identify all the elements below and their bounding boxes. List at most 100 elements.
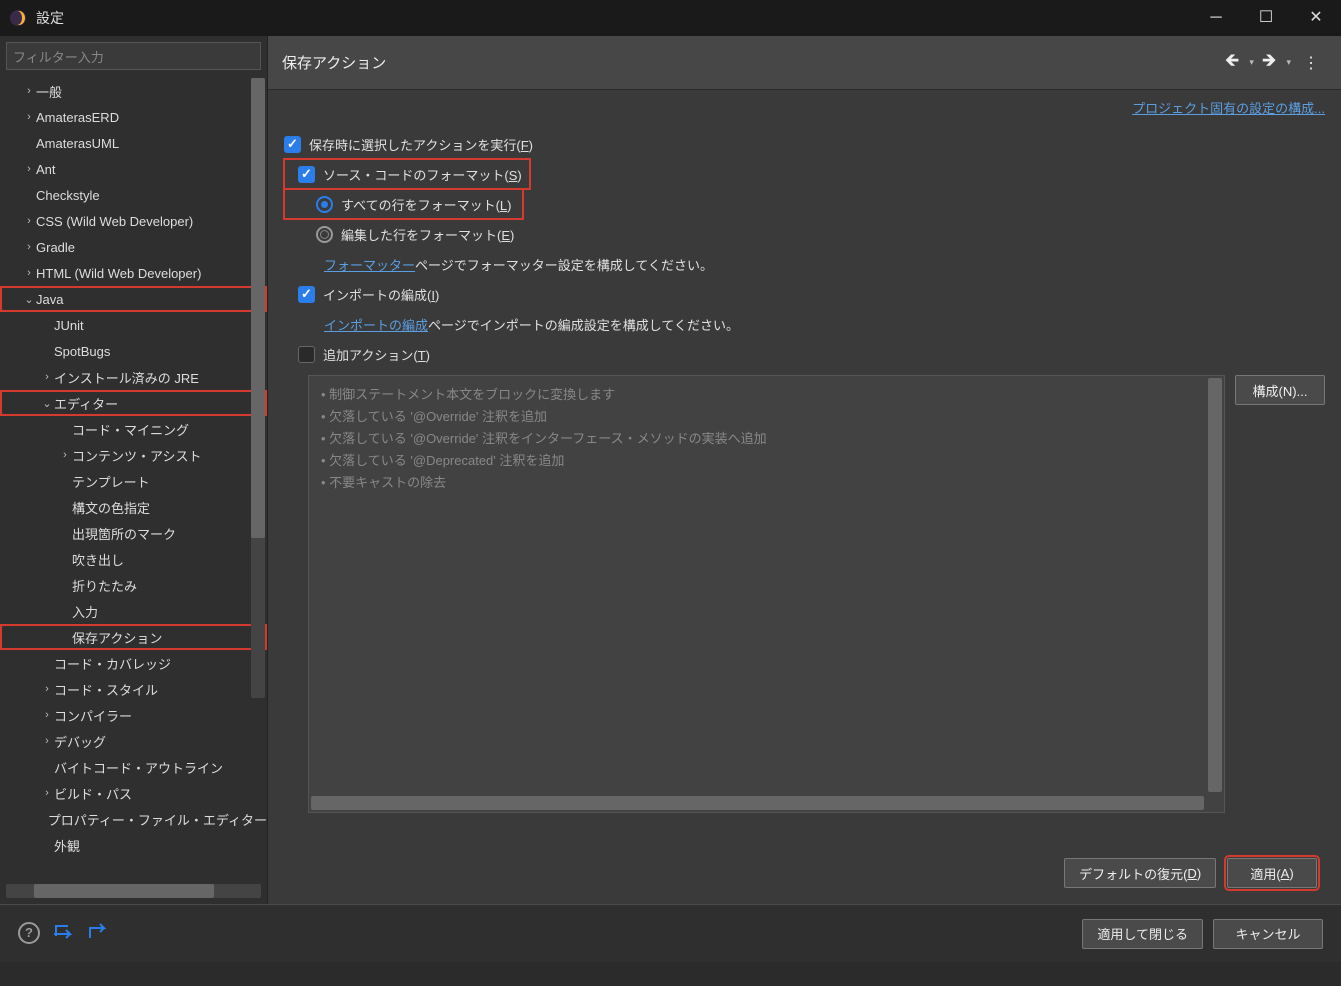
- expand-chevron-icon: ›: [58, 449, 72, 461]
- tree-item-label: ビルド・パス: [54, 784, 132, 803]
- configure-button[interactable]: 構成(N)...: [1235, 375, 1325, 405]
- tree-item-label: インストール済みの JRE: [54, 368, 199, 387]
- tree-item-spotbugs[interactable]: SpotBugs: [0, 338, 267, 364]
- list-vertical-scrollbar[interactable]: [1208, 378, 1222, 792]
- chevron-down-icon[interactable]: ▾: [1249, 57, 1254, 68]
- tree-item--[interactable]: ›コンパイラー: [0, 702, 267, 728]
- tree-horizontal-scrollbar[interactable]: [6, 884, 261, 898]
- tree-item-label: HTML (Wild Web Developer): [36, 266, 201, 281]
- tree-item-label: 出現箇所のマーク: [72, 524, 176, 543]
- filter-input[interactable]: フィルター入力: [6, 42, 261, 70]
- window-controls: ─ ☐ ✕: [1191, 0, 1341, 36]
- tree-vertical-scrollbar[interactable]: [251, 78, 265, 698]
- tree-item-label: コード・マイニング: [72, 420, 189, 439]
- tree-item-label: Java: [36, 292, 63, 307]
- nav-back-button[interactable]: 🡸: [1221, 48, 1244, 78]
- tree-item--[interactable]: ›コンテンツ・アシスト: [0, 442, 267, 468]
- organize-imports-row[interactable]: ✓ インポートの編成(I): [284, 279, 1325, 309]
- help-icon[interactable]: ?: [18, 922, 40, 944]
- checkbox-unchecked-icon: [298, 346, 315, 363]
- format-source-row[interactable]: ✓ ソース・コードのフォーマット(S): [284, 159, 530, 189]
- close-button[interactable]: ✕: [1291, 0, 1341, 36]
- tree-item--[interactable]: コード・カバレッジ: [0, 650, 267, 676]
- expand-chevron-icon: ›: [40, 735, 54, 747]
- additional-action-item: 不要キャストの除去: [321, 472, 1212, 494]
- tree-item--[interactable]: テンプレート: [0, 468, 267, 494]
- dialog-footer: ? 適用して閉じる キャンセル: [0, 904, 1341, 962]
- checkbox-checked-icon: ✓: [284, 136, 301, 153]
- perform-on-save-row[interactable]: ✓ 保存時に選択したアクションを実行(F): [284, 129, 1325, 159]
- additional-action-item: 欠落している '@Override' 注釈をインターフェース・メソッドの実装へ追…: [321, 428, 1212, 450]
- tree-item-label: コード・スタイル: [54, 680, 158, 699]
- tree-item--[interactable]: 出現箇所のマーク: [0, 520, 267, 546]
- tree-item-amateraserd[interactable]: ›AmaterasERD: [0, 104, 267, 130]
- tree-item-label: 外観: [54, 836, 80, 855]
- expand-chevron-icon: ›: [22, 215, 36, 227]
- tree-item--[interactable]: プロパティー・ファイル・エディター: [0, 806, 267, 832]
- radio-selected-icon: [316, 196, 333, 213]
- menu-button[interactable]: ⋮: [1295, 53, 1327, 73]
- content-header: 保存アクション 🡸▾ 🡺▾ ⋮: [268, 36, 1341, 90]
- preference-tree: ›一般›AmaterasERDAmaterasUML›AntCheckstyle…: [0, 76, 267, 882]
- organize-imports-label: インポートの編成(I): [323, 285, 439, 304]
- restore-defaults-button[interactable]: デフォルトの復元(D): [1064, 858, 1216, 888]
- tree-item-label: プロパティー・ファイル・エディター: [48, 810, 267, 829]
- additional-actions-panel: 制御ステートメント本文をブロックに変換します欠落している '@Override'…: [308, 375, 1325, 842]
- format-edited-lines-row[interactable]: 編集した行をフォーマット(E): [284, 219, 1325, 249]
- maximize-button[interactable]: ☐: [1241, 0, 1291, 36]
- expand-chevron-icon: ›: [22, 267, 36, 279]
- tree-item-label: エディター: [54, 394, 118, 413]
- eclipse-icon: [8, 8, 28, 28]
- tree-item-checkstyle[interactable]: Checkstyle: [0, 182, 267, 208]
- tree-item--[interactable]: バイトコード・アウトライン: [0, 754, 267, 780]
- tree-item--[interactable]: 外観: [0, 832, 267, 858]
- additional-actions-list[interactable]: 制御ステートメント本文をブロックに変換します欠落している '@Override'…: [308, 375, 1225, 813]
- tree-item--[interactable]: ⌄エディター: [0, 390, 267, 416]
- format-all-lines-row[interactable]: すべての行をフォーマット(L): [284, 189, 523, 219]
- nav-forward-button[interactable]: 🡺: [1258, 48, 1281, 78]
- export-icon[interactable]: [86, 922, 108, 946]
- tree-item--[interactable]: 吹き出し: [0, 546, 267, 572]
- apply-button[interactable]: 適用(A): [1227, 858, 1317, 888]
- tree-item--[interactable]: コード・マイニング: [0, 416, 267, 442]
- tree-item-label: テンプレート: [72, 472, 150, 491]
- expand-chevron-icon: ›: [22, 111, 36, 123]
- list-horizontal-scrollbar[interactable]: [311, 796, 1204, 810]
- expand-chevron-icon: ›: [40, 787, 54, 799]
- imports-link-row: インポートの編成ページでインポートの編成設定を構成してください。: [284, 309, 1325, 339]
- formatter-link[interactable]: フォーマッター: [324, 255, 415, 274]
- tree-item-ant[interactable]: ›Ant: [0, 156, 267, 182]
- minimize-button[interactable]: ─: [1191, 0, 1241, 36]
- tree-item-label: デバッグ: [54, 732, 106, 751]
- tree-item--[interactable]: ›デバッグ: [0, 728, 267, 754]
- tree-item--[interactable]: ›コード・スタイル: [0, 676, 267, 702]
- tree-item--[interactable]: ›一般: [0, 78, 267, 104]
- tree-item--[interactable]: 折りたたみ: [0, 572, 267, 598]
- apply-and-close-button[interactable]: 適用して閉じる: [1082, 919, 1203, 949]
- imports-link[interactable]: インポートの編成: [324, 315, 428, 334]
- tree-item--[interactable]: 保存アクション: [0, 624, 267, 650]
- tree-item--jre[interactable]: ›インストール済みの JRE: [0, 364, 267, 390]
- additional-actions-label: 追加アクション(T): [323, 345, 430, 364]
- tree-item-java[interactable]: ⌄Java: [0, 286, 267, 312]
- expand-chevron-icon: ›: [22, 241, 36, 253]
- tree-item-label: 一般: [36, 82, 62, 101]
- tree-item-html-wild-web-developer-[interactable]: ›HTML (Wild Web Developer): [0, 260, 267, 286]
- page-buttons: デフォルトの復元(D) 適用(A): [284, 842, 1325, 904]
- expand-chevron-icon: ⌄: [22, 293, 36, 306]
- cancel-button[interactable]: キャンセル: [1213, 919, 1323, 949]
- tree-item--[interactable]: 入力: [0, 598, 267, 624]
- tree-item--[interactable]: ›ビルド・パス: [0, 780, 267, 806]
- tree-item--[interactable]: 構文の色指定: [0, 494, 267, 520]
- chevron-down-icon[interactable]: ▾: [1286, 57, 1291, 68]
- tree-item-junit[interactable]: JUnit: [0, 312, 267, 338]
- tree-item-css-wild-web-developer-[interactable]: ›CSS (Wild Web Developer): [0, 208, 267, 234]
- additional-actions-row[interactable]: 追加アクション(T): [284, 339, 1325, 369]
- project-specific-link[interactable]: プロジェクト固有の設定の構成...: [284, 98, 1325, 117]
- tree-item-amaterasuml[interactable]: AmaterasUML: [0, 130, 267, 156]
- tree-item-label: コンパイラー: [54, 706, 132, 725]
- radio-unselected-icon: [316, 226, 333, 243]
- import-icon[interactable]: [52, 922, 74, 946]
- tree-item-gradle[interactable]: ›Gradle: [0, 234, 267, 260]
- tree-item-label: 構文の色指定: [72, 498, 150, 517]
